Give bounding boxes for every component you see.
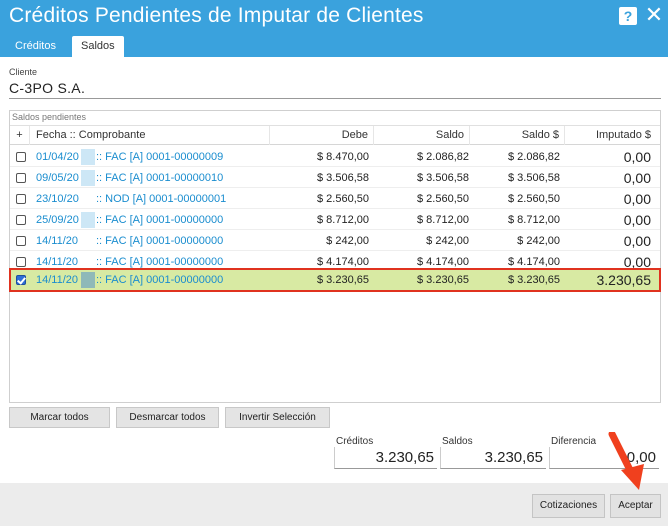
row-checkbox[interactable] xyxy=(14,147,28,167)
row-debe: $ 242,00 xyxy=(326,235,369,247)
row-checkbox[interactable] xyxy=(14,270,28,290)
row-saldo: $ 3.230,65 xyxy=(417,274,469,286)
row-checkbox[interactable] xyxy=(14,231,28,251)
row-saldo-usd: $ 2.086,82 xyxy=(508,151,560,163)
header-comprobante[interactable]: Fecha :: Comprobante xyxy=(30,126,270,145)
row-imputado[interactable]: 0,00 xyxy=(560,231,651,251)
client-field[interactable]: C-3PO S.A. xyxy=(9,78,661,99)
checkbox-icon xyxy=(16,173,26,183)
row-saldo-usd: $ 8.712,00 xyxy=(508,214,560,226)
checkbox-icon xyxy=(16,152,26,162)
redacted-block xyxy=(81,170,95,186)
deselect-all-button[interactable]: Desmarcar todos xyxy=(116,407,219,428)
pending-balances-grid: Saldos pendientes + Fecha :: Comprobante… xyxy=(9,110,661,403)
header-imputado[interactable]: Imputado $ xyxy=(565,126,660,145)
row-saldo-usd: $ 2.560,50 xyxy=(508,193,560,205)
table-row[interactable]: 01/04/20 :: FAC [A] 0001-00000009 $ 8.47… xyxy=(10,147,660,167)
row-imputado[interactable]: 0,00 xyxy=(560,189,651,209)
table-row[interactable]: 09/05/20 :: FAC [A] 0001-00000010 $ 3.50… xyxy=(10,168,660,188)
invert-selection-button[interactable]: Invertir Selección xyxy=(225,407,330,428)
table-row[interactable]: 23/10/20 :: NOD [A] 0001-00000001 $ 2.56… xyxy=(10,189,660,209)
header-debe[interactable]: Debe xyxy=(270,126,374,145)
close-icon[interactable]: ✕ xyxy=(643,4,665,26)
row-comprobante[interactable]: :: FAC [A] 0001-00000000 xyxy=(96,231,276,251)
saldos-total-label: Saldos xyxy=(442,436,473,447)
table-row-selected[interactable]: 14/11/20 :: FAC [A] 0001-00000000 $ 3.23… xyxy=(9,268,661,292)
row-comprobante[interactable]: :: FAC [A] 0001-00000000 xyxy=(96,270,276,290)
redacted-block xyxy=(81,272,95,288)
row-saldo: $ 3.506,58 xyxy=(417,172,469,184)
checkbox-icon xyxy=(16,194,26,204)
header-saldo-usd[interactable]: Saldo $ xyxy=(470,126,565,145)
row-saldo-usd: $ 3.230,65 xyxy=(508,274,560,286)
tab-creditos[interactable]: Créditos xyxy=(6,36,65,57)
row-checkbox[interactable] xyxy=(14,168,28,188)
cotizaciones-button[interactable]: Cotizaciones xyxy=(532,494,605,518)
row-comprobante[interactable]: :: FAC [A] 0001-00000000 xyxy=(96,210,276,230)
row-imputado[interactable]: 3.230,65 xyxy=(560,270,652,290)
grid-header: + Fecha :: Comprobante Debe Saldo Saldo … xyxy=(10,125,660,145)
row-checkbox[interactable] xyxy=(14,189,28,209)
redacted-block xyxy=(81,191,95,207)
table-row[interactable]: 14/11/20 :: FAC [A] 0001-00000000 $ 242,… xyxy=(10,231,660,251)
checkbox-icon xyxy=(16,215,26,225)
row-comprobante[interactable]: :: NOD [A] 0001-00000001 xyxy=(96,189,276,209)
redacted-block xyxy=(81,233,95,249)
diferencia-label: Diferencia xyxy=(551,436,597,447)
row-debe: $ 8.712,00 xyxy=(317,214,369,226)
pointer-arrow-icon xyxy=(608,432,644,490)
row-debe: $ 3.230,65 xyxy=(317,274,369,286)
window-title: Créditos Pendientes de Imputar de Client… xyxy=(9,4,424,27)
tab-saldos[interactable]: Saldos xyxy=(72,36,124,57)
redacted-block xyxy=(81,149,95,165)
table-row[interactable]: 25/09/20 :: FAC [A] 0001-00000000 $ 8.71… xyxy=(10,210,660,230)
checkbox-icon xyxy=(16,257,26,267)
redacted-block xyxy=(81,254,95,270)
row-checkbox[interactable] xyxy=(14,210,28,230)
row-debe: $ 2.560,50 xyxy=(317,193,369,205)
saldos-total-value: 3.230,65 xyxy=(440,447,546,469)
header-select-all[interactable]: + xyxy=(10,126,30,145)
accept-button[interactable]: Aceptar xyxy=(610,494,661,518)
row-debe: $ 3.506,58 xyxy=(317,172,369,184)
row-imputado[interactable]: 0,00 xyxy=(560,168,651,188)
row-saldo: $ 2.086,82 xyxy=(417,151,469,163)
select-all-button[interactable]: Marcar todos xyxy=(9,407,110,428)
row-debe: $ 8.470,00 xyxy=(317,151,369,163)
header-saldo[interactable]: Saldo xyxy=(374,126,470,145)
row-comprobante[interactable]: :: FAC [A] 0001-00000009 xyxy=(96,147,276,167)
row-saldo-usd: $ 242,00 xyxy=(517,235,560,247)
row-saldo: $ 8.712,00 xyxy=(417,214,469,226)
grid-caption: Saldos pendientes xyxy=(12,112,87,122)
creditos-total-value: 3.230,65 xyxy=(334,447,437,469)
redacted-block xyxy=(81,212,95,228)
client-label: Cliente xyxy=(9,67,38,77)
row-saldo: $ 242,00 xyxy=(426,235,469,247)
help-icon[interactable]: ? xyxy=(619,7,637,25)
row-comprobante[interactable]: :: FAC [A] 0001-00000010 xyxy=(96,168,276,188)
checkbox-icon xyxy=(16,236,26,246)
creditos-total-label: Créditos xyxy=(336,436,374,447)
window-titlebar: Créditos Pendientes de Imputar de Client… xyxy=(0,0,668,36)
row-saldo: $ 2.560,50 xyxy=(417,193,469,205)
row-imputado[interactable]: 0,00 xyxy=(560,210,651,230)
row-saldo-usd: $ 3.506,58 xyxy=(508,172,560,184)
checkbox-checked-icon xyxy=(16,275,26,285)
row-imputado[interactable]: 0,00 xyxy=(560,147,651,167)
